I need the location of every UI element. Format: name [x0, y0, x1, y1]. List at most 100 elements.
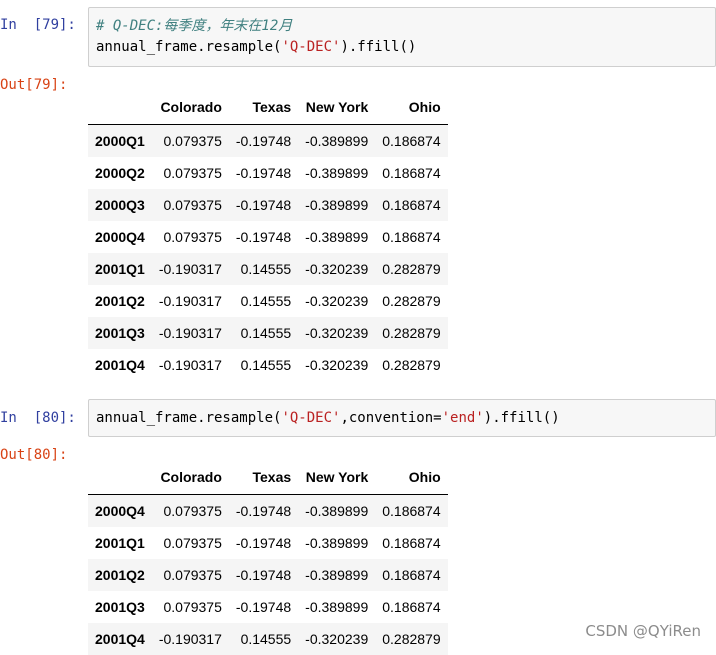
table-cell: 0.186874 — [382, 503, 441, 519]
dataframe-output-80: Colorado Texas New York Ohio 2000Q4 0.079375… — [88, 459, 448, 655]
row-index: 2001Q2 — [95, 567, 145, 583]
table-cell: 0.14555 — [240, 357, 292, 373]
code-string: 'Q-DEC' — [281, 39, 341, 55]
code-token: ).ffill() — [483, 410, 560, 426]
column-header: Colorado — [160, 98, 222, 115]
table-row: 2001Q1 0.079375 -0.19748 -0.389899 0.186874 — [88, 527, 448, 559]
table-cell: -0.389899 — [305, 133, 369, 149]
code-line: annual_frame.resample('Q-DEC',convention… — [96, 408, 707, 429]
table-cell: 0.282879 — [382, 325, 441, 341]
table-cell: -0.190317 — [158, 325, 222, 341]
table-cell: 0.282879 — [382, 293, 441, 309]
table-cell: 0.079375 — [163, 229, 222, 245]
input-prompt-80: In [80]: — [0, 410, 76, 426]
column-header: Colorado — [160, 468, 222, 485]
row-index: 2000Q1 — [95, 133, 145, 149]
column-header: Texas — [252, 468, 292, 485]
table-cell: -0.19748 — [235, 229, 292, 245]
table-cell: 0.079375 — [163, 535, 222, 551]
table-header-row: Colorado Texas New York Ohio — [88, 459, 448, 495]
table-cell: 0.282879 — [382, 631, 441, 647]
table-cell: 0.282879 — [382, 357, 441, 373]
table-cell: -0.320239 — [305, 261, 369, 277]
row-index: 2001Q1 — [95, 535, 145, 551]
table-cell: 0.186874 — [382, 133, 441, 149]
table-cell: -0.190317 — [158, 357, 222, 373]
table-row: 2000Q2 0.079375 -0.19748 -0.389899 0.186874 — [88, 157, 448, 189]
table-header-row: Colorado Texas New York Ohio — [88, 89, 448, 125]
table-cell: 0.186874 — [382, 599, 441, 615]
column-header: New York — [305, 468, 369, 485]
table-cell: -0.389899 — [305, 503, 369, 519]
table-cell: 0.079375 — [163, 599, 222, 615]
code-token: annual_frame.resample( — [96, 39, 282, 55]
table-cell: 0.14555 — [240, 293, 292, 309]
column-header: Ohio — [408, 98, 441, 115]
table-cell: -0.389899 — [305, 165, 369, 181]
dataframe-output-79: Colorado Texas New York Ohio 2000Q1 0.079375… — [88, 89, 448, 381]
code-editor-79[interactable]: # Q-DEC:每季度，年末在12月 annual_frame.resample… — [88, 7, 716, 67]
column-header: Texas — [252, 98, 292, 115]
table-cell: 0.186874 — [382, 567, 441, 583]
code-comment: # Q-DEC:每季度，年末在12月 — [96, 18, 293, 34]
code-editor-80[interactable]: annual_frame.resample('Q-DEC',convention… — [88, 399, 716, 437]
code-token: ,convention= — [340, 410, 442, 426]
index-header — [88, 459, 152, 495]
table-row: 2001Q3 0.079375 -0.19748 -0.389899 0.186874 — [88, 591, 448, 623]
table-cell: -0.320239 — [305, 357, 369, 373]
table-row: 2000Q3 0.079375 -0.19748 -0.389899 0.186874 — [88, 189, 448, 221]
table-cell: 0.079375 — [163, 197, 222, 213]
row-index: 2000Q4 — [95, 503, 145, 519]
table-cell: 0.186874 — [382, 229, 441, 245]
table-cell: -0.19748 — [235, 133, 292, 149]
code-token: ).ffill() — [340, 39, 417, 55]
row-index: 2001Q2 — [95, 293, 145, 309]
table-cell: -0.19748 — [235, 567, 292, 583]
code-string: 'end' — [441, 410, 484, 426]
table-row: 2001Q3 -0.190317 0.14555 -0.320239 0.282879 — [88, 317, 448, 349]
code-line: # Q-DEC:每季度，年末在12月 — [96, 16, 707, 37]
table-row: 2001Q4 -0.190317 0.14555 -0.320239 0.282879 — [88, 623, 448, 655]
row-index: 2001Q4 — [95, 631, 145, 647]
table-cell: 0.079375 — [163, 503, 222, 519]
column-header: New York — [305, 98, 369, 115]
row-index: 2001Q1 — [95, 261, 145, 277]
watermark: CSDN @QYiRen — [585, 622, 701, 640]
table-row: 2001Q2 0.079375 -0.19748 -0.389899 0.186874 — [88, 559, 448, 591]
row-index: 2001Q3 — [95, 325, 145, 341]
table-cell: 0.186874 — [382, 165, 441, 181]
table-cell: -0.19748 — [235, 599, 292, 615]
table-cell: 0.282879 — [382, 261, 441, 277]
table-cell: -0.389899 — [305, 599, 369, 615]
table-row: 2001Q2 -0.190317 0.14555 -0.320239 0.282879 — [88, 285, 448, 317]
table-cell: -0.389899 — [305, 535, 369, 551]
table-cell: -0.389899 — [305, 197, 369, 213]
table-cell: -0.389899 — [305, 567, 369, 583]
table-cell: -0.320239 — [305, 293, 369, 309]
table-cell: 0.079375 — [163, 133, 222, 149]
code-token: annual_frame.resample( — [96, 410, 282, 426]
output-prompt-79: Out[79]: — [0, 77, 68, 93]
table-cell: 0.186874 — [382, 535, 441, 551]
code-string: 'Q-DEC' — [281, 410, 341, 426]
table-cell: 0.14555 — [240, 261, 292, 277]
input-prompt-79: In [79]: — [0, 17, 76, 33]
output-prompt-80: Out[80]: — [0, 447, 68, 463]
row-index: 2000Q2 — [95, 165, 145, 181]
table-cell: -0.19748 — [235, 503, 292, 519]
table-cell: 0.079375 — [163, 567, 222, 583]
table-row: 2001Q1 -0.190317 0.14555 -0.320239 0.282879 — [88, 253, 448, 285]
table-cell: 0.14555 — [240, 631, 292, 647]
table-row: 2000Q4 0.079375 -0.19748 -0.389899 0.186874 — [88, 494, 448, 527]
code-line: annual_frame.resample('Q-DEC').ffill() — [96, 37, 707, 58]
table-cell: -0.190317 — [158, 293, 222, 309]
index-header — [88, 89, 152, 125]
row-index: 2000Q4 — [95, 229, 145, 245]
row-index: 2001Q3 — [95, 599, 145, 615]
table-cell: 0.14555 — [240, 325, 292, 341]
table-cell: -0.320239 — [305, 631, 369, 647]
row-index: 2001Q4 — [95, 357, 145, 373]
table-row: 2000Q1 0.079375 -0.19748 -0.389899 0.186874 — [88, 124, 448, 157]
table-cell: -0.389899 — [305, 229, 369, 245]
table-cell: -0.190317 — [158, 261, 222, 277]
